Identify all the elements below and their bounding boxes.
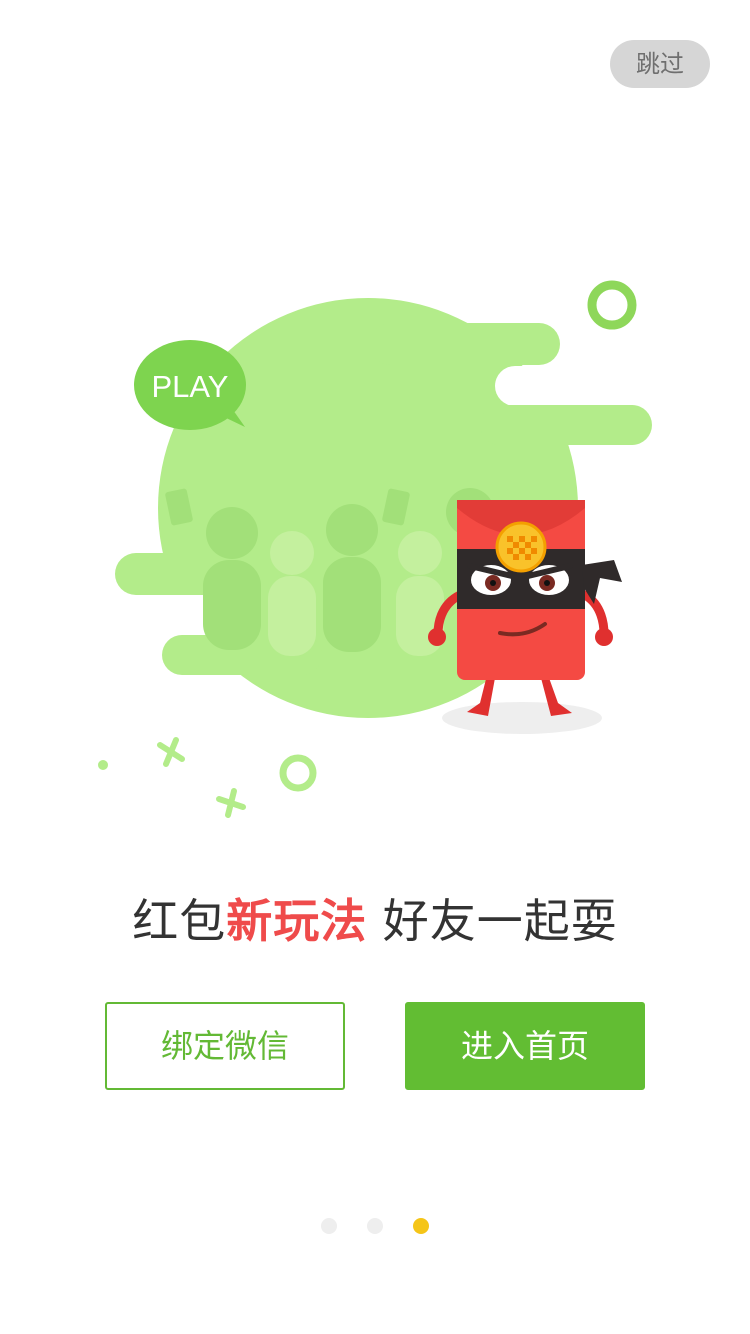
ring-top-right bbox=[587, 280, 637, 330]
tagline: 红包新玩法 好友一起耍 bbox=[0, 888, 750, 954]
red-packet-illustration: PLAY bbox=[80, 280, 652, 818]
bind-wechat-button[interactable]: 绑定微信 bbox=[105, 1002, 345, 1090]
page-dot-3 bbox=[413, 1218, 429, 1234]
enter-home-button[interactable]: 进入首页 bbox=[405, 1002, 645, 1090]
page-dot-1 bbox=[321, 1218, 337, 1234]
streak-right-bottom bbox=[480, 405, 652, 445]
tagline-highlight: 新玩法 bbox=[226, 894, 368, 948]
play-speech-bubble: PLAY bbox=[134, 340, 246, 430]
page-indicator bbox=[0, 1218, 750, 1234]
cross-decoration-1 bbox=[157, 737, 185, 767]
svg-text:PLAY: PLAY bbox=[152, 369, 229, 404]
tagline-part1: 红包 bbox=[132, 894, 227, 948]
page-dot-2 bbox=[367, 1218, 383, 1234]
streak-right-top bbox=[370, 323, 560, 365]
small-dot bbox=[98, 760, 108, 770]
ring-bottom bbox=[279, 754, 317, 792]
red-packet-mascot bbox=[428, 500, 622, 734]
tagline-part2: 好友一起耍 bbox=[367, 894, 618, 948]
cross-decoration-2 bbox=[216, 788, 246, 818]
guide-page: 跳过 PLAY 红包新玩法 好友一起耍 绑定微信 进入首页 bbox=[0, 0, 750, 1334]
streak-right bbox=[495, 366, 652, 406]
